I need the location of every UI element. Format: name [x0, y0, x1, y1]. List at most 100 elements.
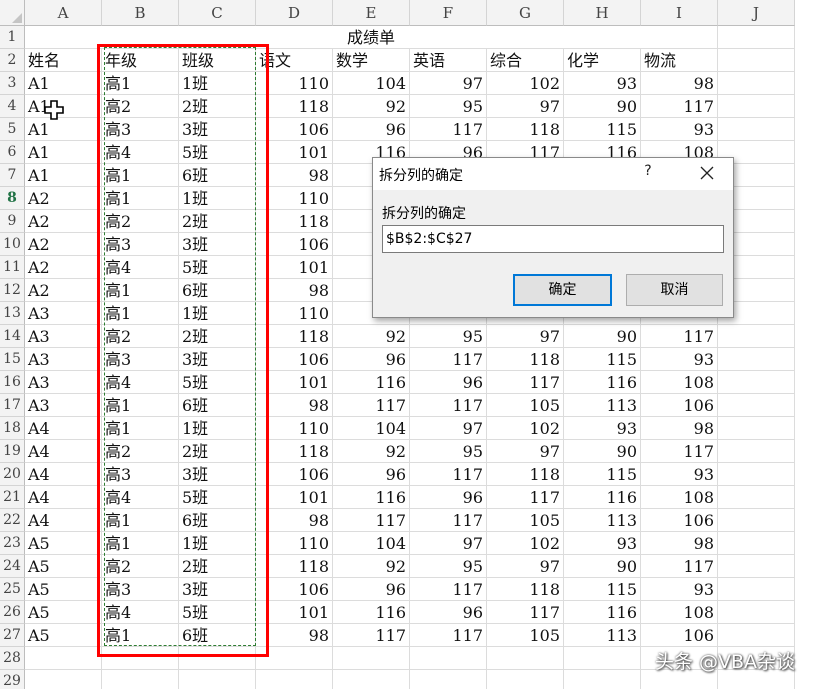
row-header[interactable]: 29: [0, 670, 25, 689]
table-cell[interactable]: [487, 670, 564, 689]
table-cell[interactable]: 98: [256, 394, 333, 417]
table-cell[interactable]: 116: [564, 486, 641, 509]
table-cell[interactable]: 106: [641, 509, 718, 532]
table-cell[interactable]: [25, 647, 102, 670]
table-cell[interactable]: 101: [256, 601, 333, 624]
row-header[interactable]: 5: [0, 118, 25, 141]
table-cell[interactable]: A1: [25, 72, 102, 95]
table-cell[interactable]: [718, 578, 795, 601]
table-cell[interactable]: [718, 440, 795, 463]
table-cell[interactable]: 97: [487, 325, 564, 348]
table-cell[interactable]: A3: [25, 348, 102, 371]
table-cell[interactable]: 高1: [102, 164, 179, 187]
table-cell[interactable]: 2班: [179, 95, 256, 118]
table-cell[interactable]: 117: [333, 624, 410, 647]
column-title-cell[interactable]: 综合: [487, 49, 564, 72]
table-cell[interactable]: 5班: [179, 256, 256, 279]
table-cell[interactable]: 98: [256, 279, 333, 302]
row-header[interactable]: 18: [0, 417, 25, 440]
range-input-field[interactable]: [382, 225, 724, 253]
table-cell[interactable]: A5: [25, 624, 102, 647]
row-header[interactable]: 6: [0, 141, 25, 164]
table-cell[interactable]: A5: [25, 578, 102, 601]
table-cell[interactable]: 110: [256, 187, 333, 210]
table-cell[interactable]: [718, 325, 795, 348]
table-cell[interactable]: A2: [25, 210, 102, 233]
table-cell[interactable]: 3班: [179, 463, 256, 486]
table-cell[interactable]: A4: [25, 486, 102, 509]
column-header[interactable]: B: [102, 0, 179, 26]
table-cell[interactable]: 高3: [102, 118, 179, 141]
table-cell[interactable]: A3: [25, 371, 102, 394]
table-cell[interactable]: 1班: [179, 532, 256, 555]
table-cell[interactable]: 117: [487, 486, 564, 509]
table-cell[interactable]: 108: [641, 486, 718, 509]
table-cell[interactable]: 高1: [102, 187, 179, 210]
table-cell[interactable]: 104: [333, 72, 410, 95]
table-cell[interactable]: 5班: [179, 486, 256, 509]
table-cell[interactable]: 95: [410, 440, 487, 463]
table-cell[interactable]: [718, 394, 795, 417]
table-cell[interactable]: [256, 670, 333, 689]
table-cell[interactable]: 95: [410, 325, 487, 348]
table-cell[interactable]: 93: [641, 463, 718, 486]
cancel-button[interactable]: 取消: [626, 274, 723, 306]
table-cell[interactable]: 96: [333, 348, 410, 371]
table-cell[interactable]: 118: [256, 210, 333, 233]
table-cell[interactable]: 6班: [179, 624, 256, 647]
table-cell[interactable]: 118: [487, 348, 564, 371]
table-cell[interactable]: 93: [564, 532, 641, 555]
table-cell[interactable]: A2: [25, 187, 102, 210]
table-cell[interactable]: 97: [487, 95, 564, 118]
table-cell[interactable]: 110: [256, 72, 333, 95]
table-cell[interactable]: A1: [25, 118, 102, 141]
column-title-cell[interactable]: 班级: [179, 49, 256, 72]
table-cell[interactable]: 高1: [102, 624, 179, 647]
table-cell[interactable]: 高2: [102, 555, 179, 578]
table-cell[interactable]: 118: [256, 95, 333, 118]
table-cell[interactable]: 90: [564, 325, 641, 348]
help-button[interactable]: ?: [638, 163, 658, 179]
table-cell[interactable]: A4: [25, 417, 102, 440]
table-cell[interactable]: A3: [25, 325, 102, 348]
table-cell[interactable]: 106: [641, 394, 718, 417]
table-cell[interactable]: 117: [410, 118, 487, 141]
table-cell[interactable]: A4: [25, 463, 102, 486]
table-cell[interactable]: 高2: [102, 325, 179, 348]
row-header[interactable]: 15: [0, 348, 25, 371]
column-header[interactable]: G: [487, 0, 564, 26]
row-header[interactable]: 11: [0, 256, 25, 279]
table-cell[interactable]: [333, 647, 410, 670]
table-cell[interactable]: 90: [564, 95, 641, 118]
row-header[interactable]: 4: [0, 95, 25, 118]
table-cell[interactable]: 101: [256, 141, 333, 164]
table-cell[interactable]: 116: [333, 601, 410, 624]
table-cell[interactable]: 高1: [102, 417, 179, 440]
table-cell[interactable]: 1班: [179, 187, 256, 210]
table-cell[interactable]: 3班: [179, 233, 256, 256]
table-cell[interactable]: 117: [410, 463, 487, 486]
table-cell[interactable]: 高4: [102, 371, 179, 394]
table-cell[interactable]: 高1: [102, 394, 179, 417]
table-cell[interactable]: 117: [641, 325, 718, 348]
table-cell[interactable]: 2班: [179, 440, 256, 463]
table-cell[interactable]: 高3: [102, 233, 179, 256]
table-cell[interactable]: 93: [564, 417, 641, 440]
table-cell[interactable]: 106: [256, 463, 333, 486]
table-cell[interactable]: A1: [25, 141, 102, 164]
column-title-cell[interactable]: 年级: [102, 49, 179, 72]
table-cell[interactable]: [718, 624, 795, 647]
table-cell[interactable]: A5: [25, 532, 102, 555]
table-cell[interactable]: 118: [256, 555, 333, 578]
table-cell[interactable]: [564, 647, 641, 670]
table-cell[interactable]: 106: [256, 348, 333, 371]
table-cell[interactable]: 93: [641, 348, 718, 371]
table-cell[interactable]: 115: [564, 578, 641, 601]
table-cell[interactable]: 96: [410, 371, 487, 394]
table-cell[interactable]: [179, 647, 256, 670]
table-cell[interactable]: 3班: [179, 118, 256, 141]
table-cell[interactable]: 2班: [179, 555, 256, 578]
table-cell[interactable]: A4: [25, 440, 102, 463]
table-cell[interactable]: 116: [333, 371, 410, 394]
table-cell[interactable]: 2班: [179, 210, 256, 233]
